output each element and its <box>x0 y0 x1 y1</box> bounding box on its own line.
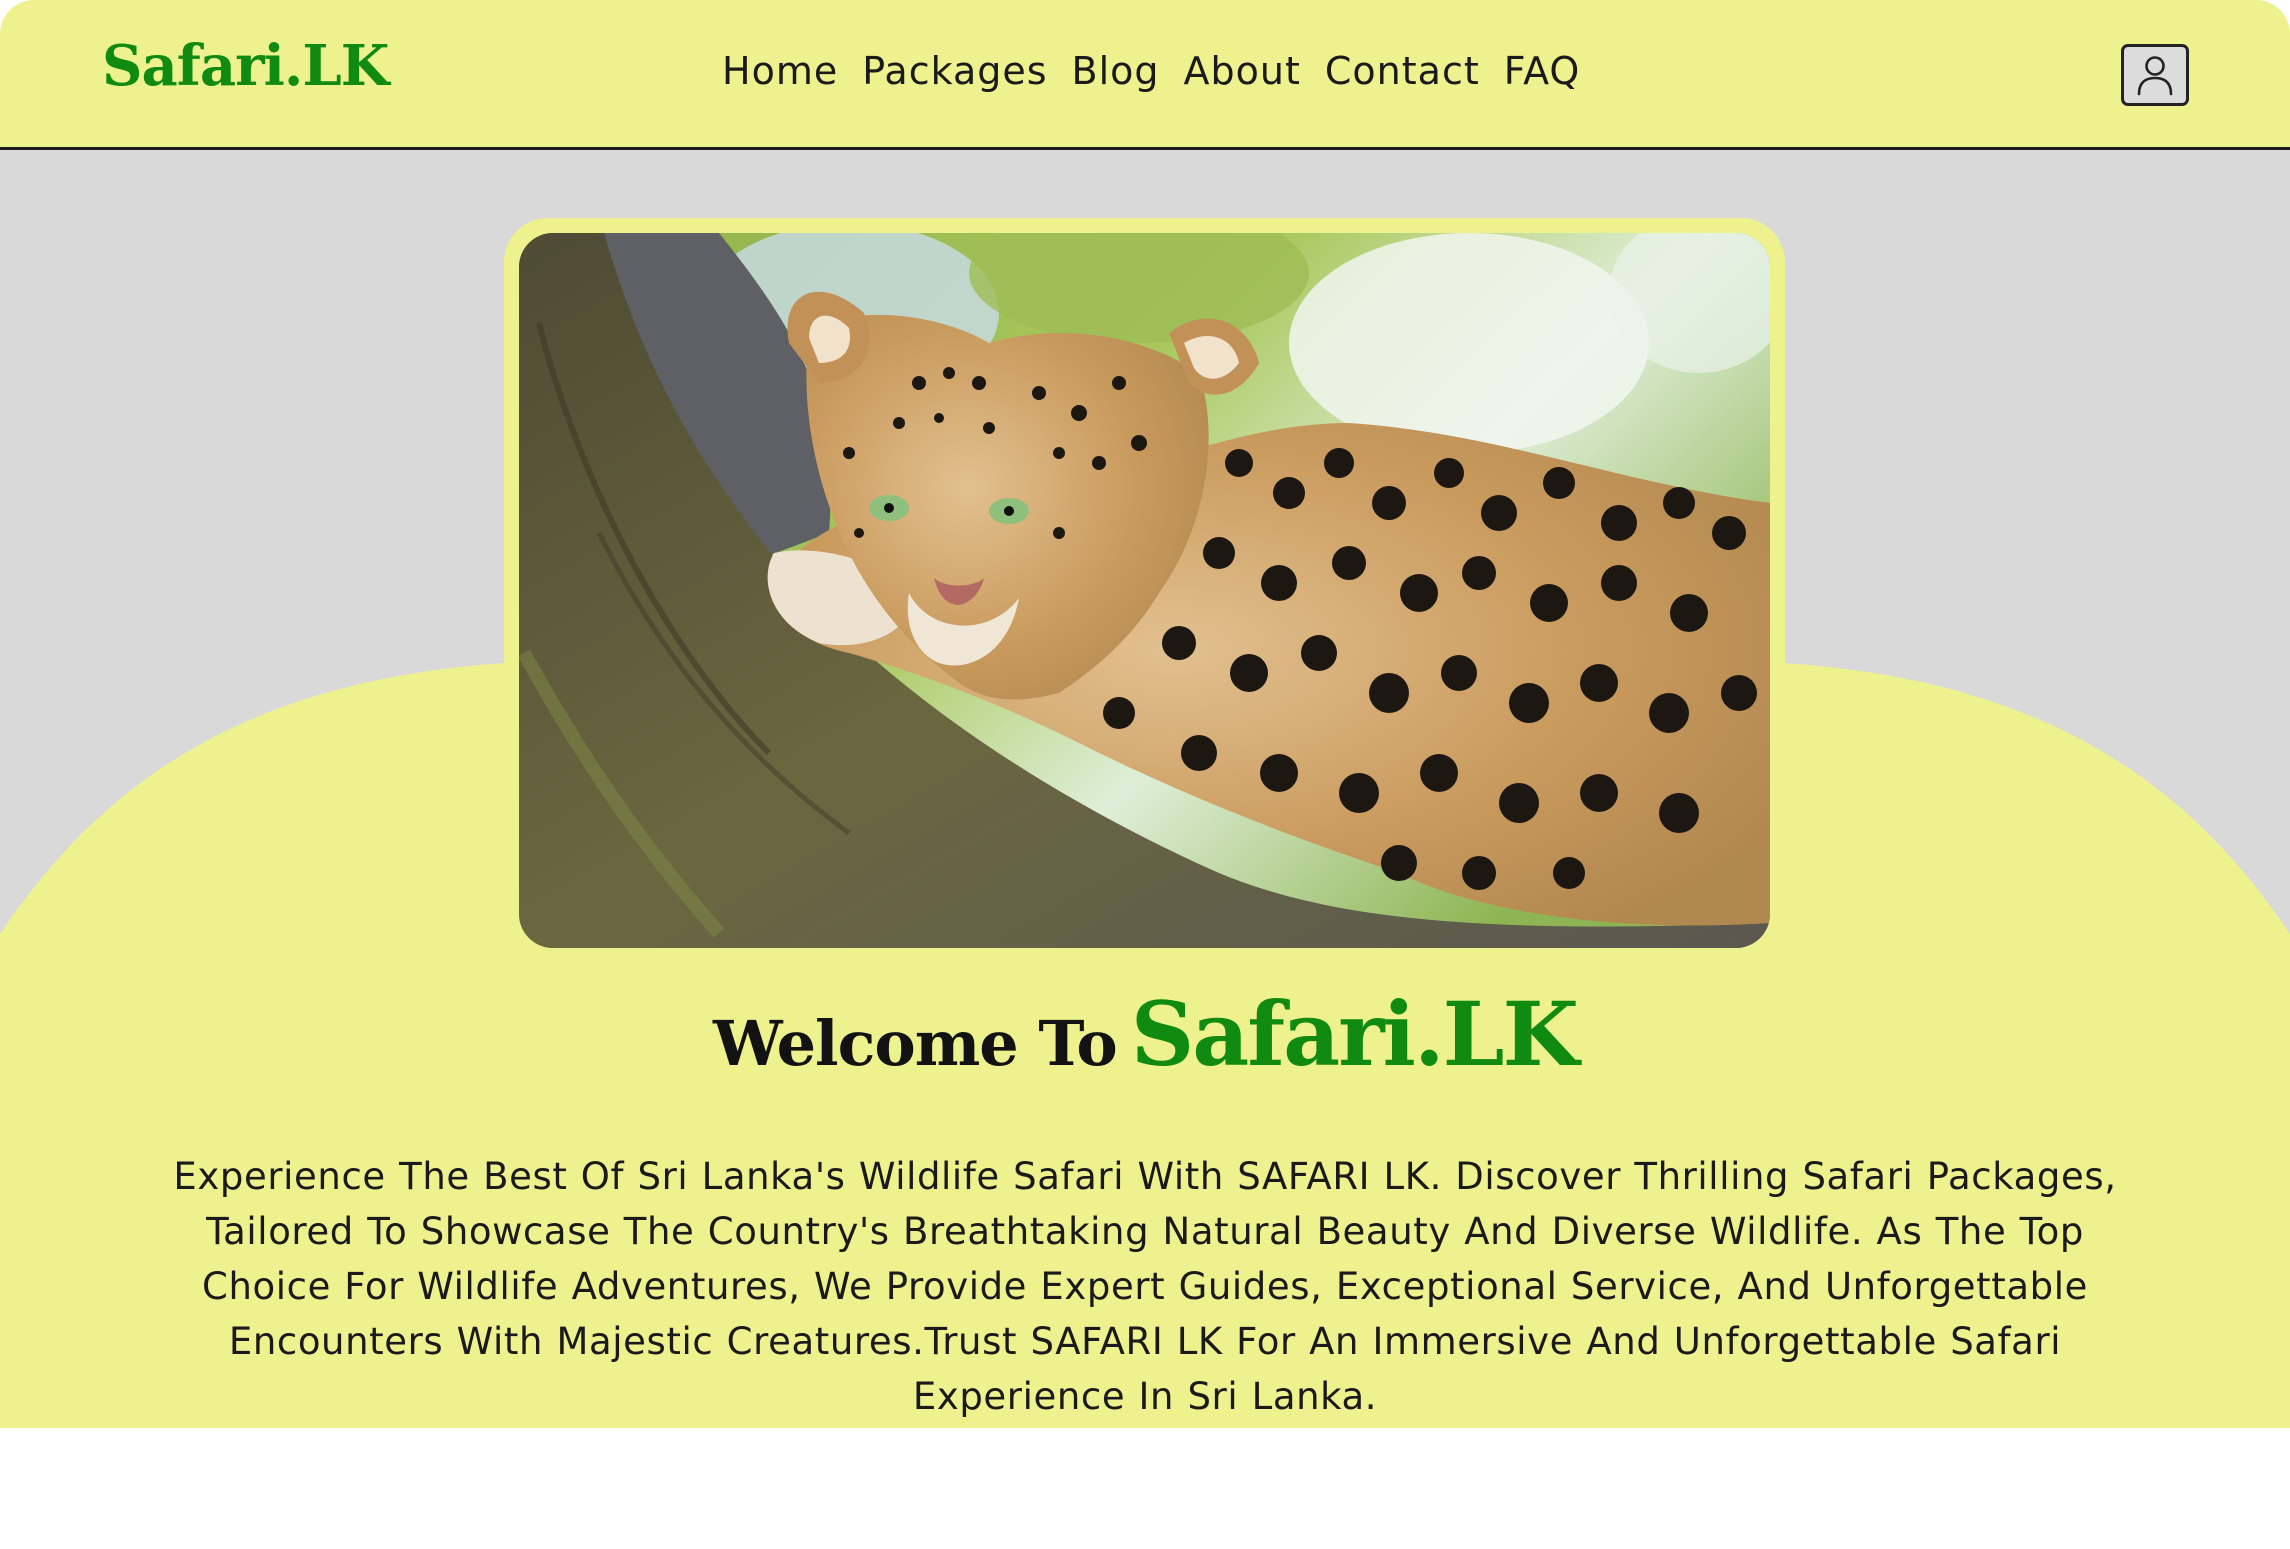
nav-home[interactable]: Home <box>722 52 838 90</box>
nav-packages[interactable]: Packages <box>862 52 1047 90</box>
nav-faq[interactable]: FAQ <box>1504 52 1581 90</box>
user-account-button[interactable] <box>2121 44 2189 106</box>
welcome-heading: Welcome To Safari.LK <box>0 990 2290 1078</box>
welcome-prefix: Welcome To <box>713 1007 1118 1080</box>
logo[interactable]: Safari.LK <box>102 38 389 94</box>
nav-blog[interactable]: Blog <box>1072 52 1160 90</box>
nav-about[interactable]: About <box>1184 52 1301 90</box>
leopard-image <box>519 233 1770 948</box>
intro-paragraph: Experience The Best Of Sri Lanka's Wildl… <box>173 1155 2117 1418</box>
nav-contact[interactable]: Contact <box>1325 52 1480 90</box>
header: Safari.LK Home Packages Blog About Conta… <box>0 0 2290 150</box>
hero-image <box>519 233 1770 948</box>
main-nav: Home Packages Blog About Contact FAQ <box>722 52 1580 90</box>
welcome-brand: Safari.LK <box>1130 982 1579 1086</box>
page: Safari.LK Home Packages Blog About Conta… <box>0 0 2290 1549</box>
user-icon <box>2137 56 2173 96</box>
